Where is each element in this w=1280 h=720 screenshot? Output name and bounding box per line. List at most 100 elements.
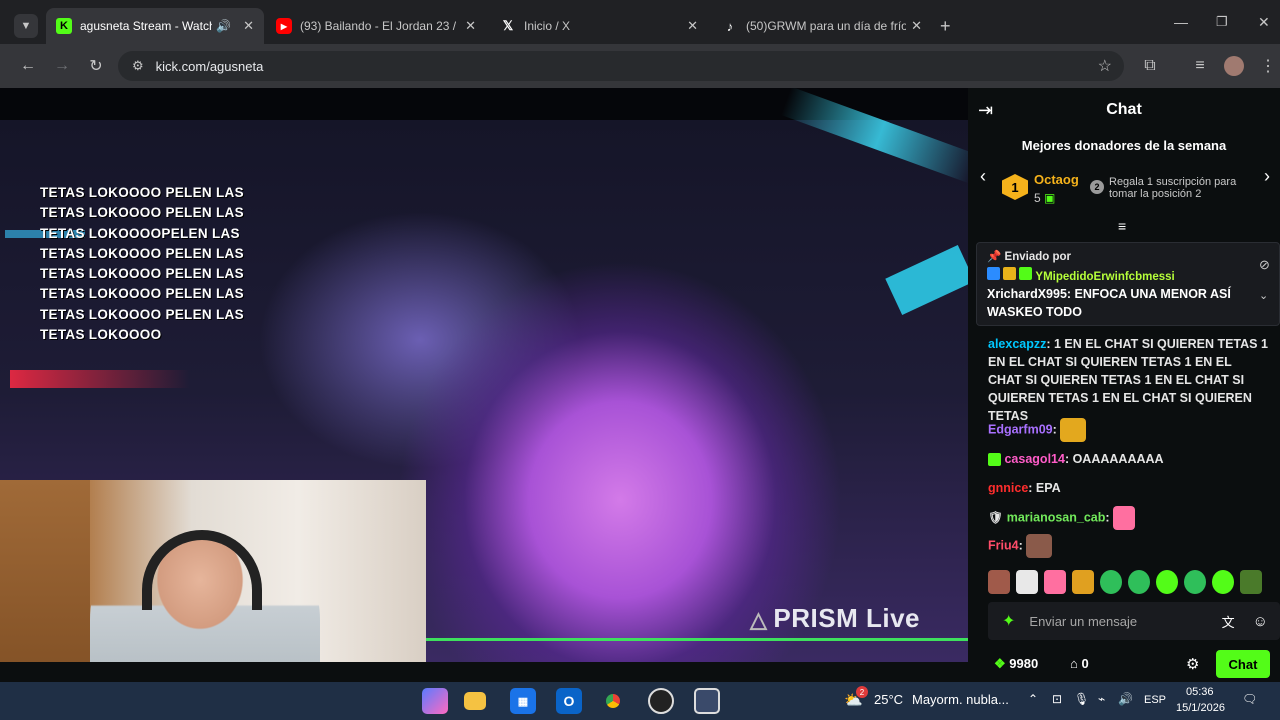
emote-icon[interactable]: [1156, 570, 1178, 594]
emote-icon[interactable]: [1240, 570, 1262, 594]
overlay-line: TETAS LOKOOOO PELEN LAS: [40, 306, 244, 322]
light-streak: [780, 88, 968, 184]
overlay-line: TETAS LOKOOOOPELEN LAS: [40, 225, 240, 241]
emote-icon[interactable]: [1128, 570, 1150, 594]
clip-icon[interactable]: 🎬: [795, 660, 817, 662]
emote-icon[interactable]: [988, 570, 1010, 594]
gift-icon: ▣: [1044, 191, 1056, 205]
speaker-icon[interactable]: 🔊: [216, 19, 231, 33]
shield-badge-icon: 🛡: [988, 510, 1004, 525]
close-icon[interactable]: ✕: [911, 18, 922, 34]
emote-icon[interactable]: [1184, 570, 1206, 594]
restore-button[interactable]: ❐: [1216, 14, 1228, 30]
minimize-button[interactable]: —: [1174, 14, 1188, 30]
clock-time[interactable]: 05:36: [1186, 686, 1214, 698]
emote-icon[interactable]: [1072, 570, 1094, 594]
tab-title: Inicio / X: [524, 19, 571, 33]
chat-username[interactable]: casagol14: [1004, 452, 1064, 466]
tab-kick[interactable]: K agusneta Stream - Watch L 🔊 ✕: [46, 8, 264, 44]
chat-username[interactable]: marianosan_cab: [1007, 510, 1106, 524]
chrome-icon[interactable]: [600, 688, 626, 714]
tab-title: agusneta Stream - Watch L: [80, 19, 213, 33]
obs-icon[interactable]: [648, 688, 674, 714]
extensions-icon[interactable]: ⧉: [1138, 54, 1162, 78]
address-bar[interactable]: ⚙ kick.com/agusneta ☆: [118, 51, 1124, 81]
video-player[interactable]: TETAS LOKOOOO PELEN LAS TETAS LOKOOOO PE…: [0, 88, 968, 662]
emote-icon[interactable]: [1100, 570, 1122, 594]
chevron-left-icon[interactable]: ‹: [980, 166, 986, 187]
new-tab-button[interactable]: +: [940, 16, 951, 37]
emote-icon[interactable]: [1212, 570, 1234, 594]
prism-logo-icon: △: [750, 607, 768, 632]
tab-search-button[interactable]: ▼: [14, 14, 38, 38]
emoji-icon[interactable]: ☺: [1253, 613, 1268, 630]
theater-mode-icon[interactable]: ▭: [836, 660, 858, 662]
points-value: 9980: [1009, 656, 1039, 671]
mic-icon[interactable]: 🎙: [1074, 692, 1089, 706]
emote-icon: [1113, 506, 1136, 530]
chat-username[interactable]: gnnice: [988, 481, 1028, 495]
chat-username[interactable]: Edgarfm09: [988, 422, 1053, 436]
tab-youtube[interactable]: ▶ (93) Bailando - El Jordan 23 / St ✕: [266, 8, 486, 44]
close-icon[interactable]: ✕: [687, 18, 698, 34]
chevron-up-icon[interactable]: ⌃: [1028, 692, 1038, 706]
overlay-text: TETAS LOKOOOO PELEN LAS TETAS LOKOOOO PE…: [40, 183, 270, 345]
weather-widget[interactable]: ⛅ 2: [844, 686, 868, 709]
settings-icon[interactable]: ⚙: [918, 660, 940, 662]
language-indicator[interactable]: ESP: [1144, 694, 1166, 706]
file-explorer-icon[interactable]: [464, 692, 486, 710]
sender-name[interactable]: YMipedidoErwinfcbmessi: [1035, 271, 1174, 283]
tab-x[interactable]: 𝕏 Inicio / X ✕: [490, 8, 708, 44]
pip-icon[interactable]: ▣: [754, 660, 776, 662]
forward-button[interactable]: →: [50, 54, 74, 78]
chat-input[interactable]: ✦ Enviar un mensaje 文 ☺: [988, 602, 1280, 640]
usb-icon[interactable]: ⌁: [1098, 692, 1105, 706]
app-icon[interactable]: [694, 688, 720, 714]
points-display[interactable]: ❖ 9980: [994, 656, 1038, 672]
menu-icon[interactable]: ⋮: [1256, 54, 1280, 78]
weather-text: Mayorm. nubla...: [912, 692, 1009, 707]
expand-donors-icon[interactable]: ≡: [1118, 218, 1126, 234]
chevron-right-icon[interactable]: ›: [1264, 166, 1270, 187]
notification-icon[interactable]: 🗨: [1242, 692, 1257, 706]
chat-username[interactable]: alexcapzz: [988, 337, 1046, 351]
chat-settings-icon[interactable]: ⚙: [1186, 655, 1199, 673]
site-info-icon[interactable]: ⚙: [132, 58, 144, 74]
chat-text: : OAAAAAAAAA: [1064, 452, 1164, 466]
close-icon[interactable]: ✕: [243, 18, 254, 34]
fullscreen-icon[interactable]: ⛶: [877, 660, 899, 662]
close-window-button[interactable]: ✕: [1258, 14, 1270, 31]
close-icon[interactable]: ✕: [465, 18, 476, 34]
top-donor-name[interactable]: Octaog: [1034, 172, 1079, 187]
send-chat-button[interactable]: Chat: [1216, 650, 1270, 678]
drops-value: 0: [1081, 656, 1089, 671]
overlay-line: TETAS LOKOOOO: [40, 327, 162, 343]
donors-title: Mejores donadores de la semana: [1021, 138, 1227, 153]
copilot-icon[interactable]: [422, 688, 448, 714]
avatar[interactable]: [1222, 54, 1246, 78]
overlay-line: TETAS LOKOOOO PELEN LAS: [40, 205, 244, 221]
count-text: 5: [1034, 191, 1041, 205]
drops-display[interactable]: ⌂ 0: [1070, 656, 1089, 671]
clock-date[interactable]: 15/1/2026: [1176, 702, 1225, 714]
network-icon[interactable]: ⊡: [1052, 692, 1062, 706]
outlook-icon[interactable]: O: [556, 688, 582, 714]
store-icon[interactable]: ▦: [510, 688, 536, 714]
chat-message: Edgarfm09:: [988, 418, 1268, 442]
emote-icon[interactable]: [1044, 570, 1066, 594]
tab-tiktok[interactable]: ♪ (50)GRWM para un día de frío > ✕: [712, 8, 932, 44]
translate-icon[interactable]: 文: [1222, 612, 1235, 631]
pin-icon: 📌: [987, 251, 1002, 263]
emote-icon[interactable]: [1016, 570, 1038, 594]
reload-button[interactable]: ↻: [84, 54, 108, 78]
sparkle-icon[interactable]: ✦: [1002, 611, 1015, 631]
chat-message: Friu4:: [988, 534, 1268, 558]
volume-icon[interactable]: 🔊: [1118, 692, 1133, 706]
kick-icon: K: [56, 18, 72, 34]
chevron-down-icon[interactable]: ⌄: [1259, 289, 1268, 302]
chat-username[interactable]: Friu4: [988, 538, 1019, 552]
unpin-icon[interactable]: ⊘: [1259, 257, 1270, 273]
back-button[interactable]: ←: [16, 54, 40, 78]
media-control-icon[interactable]: ≡: [1188, 54, 1212, 78]
bookmark-star-icon[interactable]: ☆: [1098, 56, 1112, 76]
